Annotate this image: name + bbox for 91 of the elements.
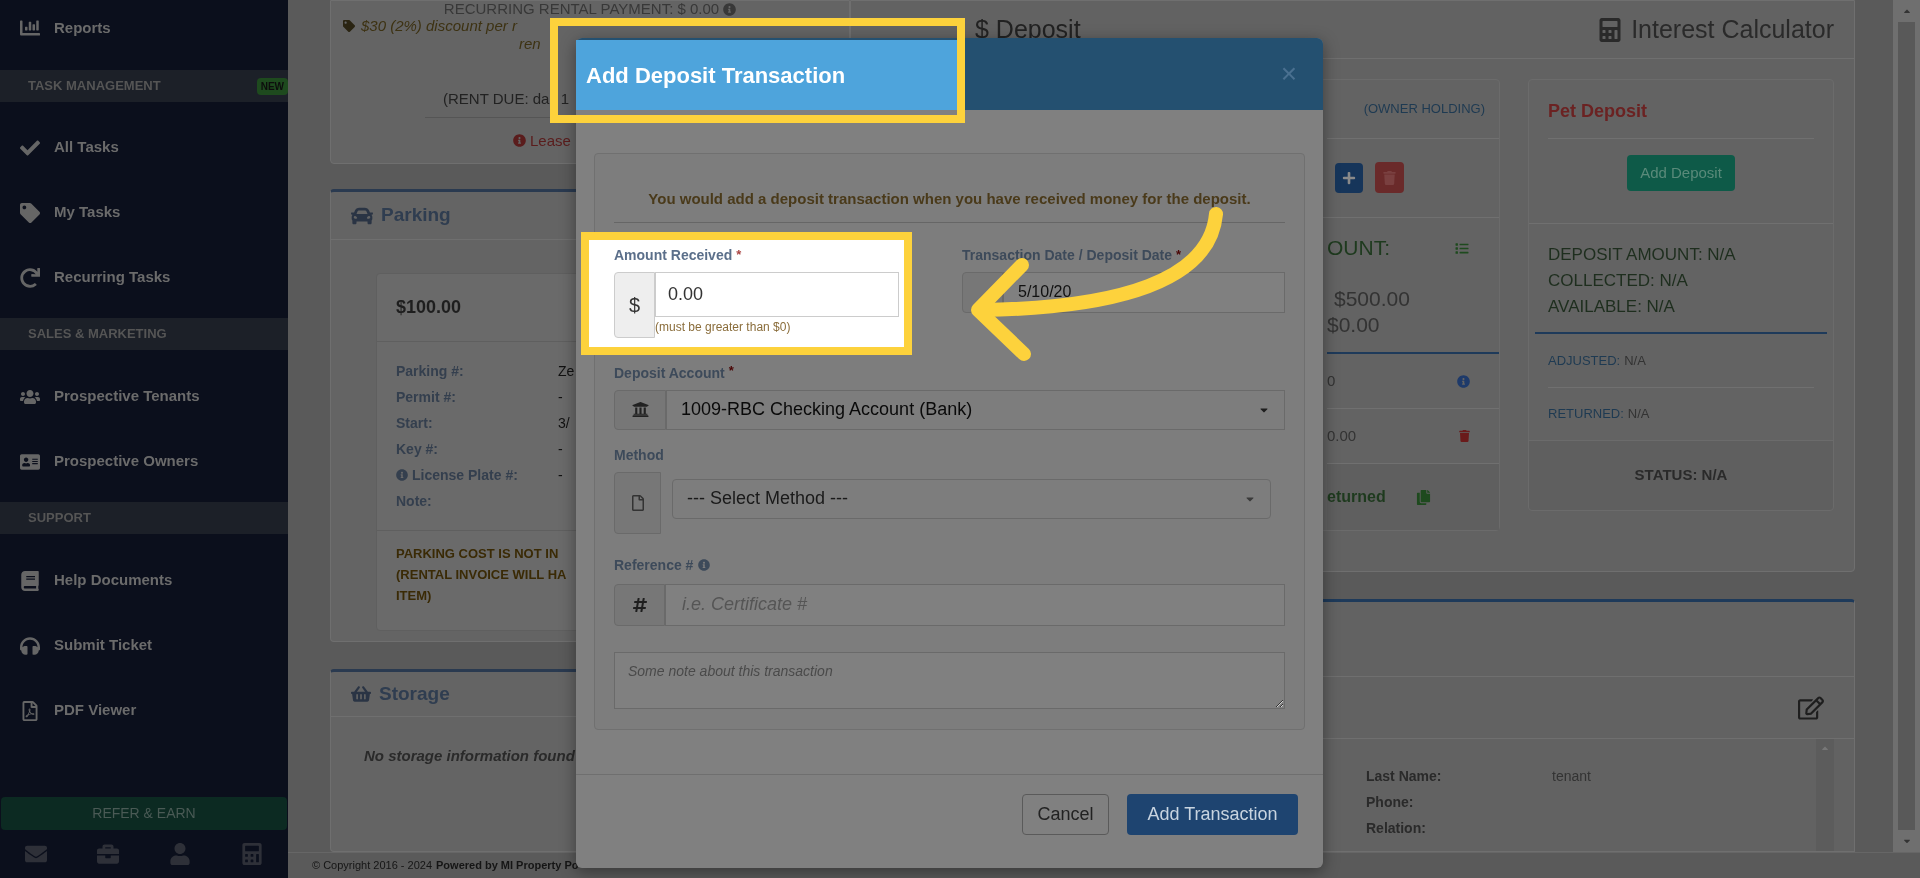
copy-icon xyxy=(1415,489,1431,505)
basket-icon xyxy=(351,684,371,705)
bank-icon xyxy=(631,401,649,418)
file-icon xyxy=(630,494,645,511)
sidebar-icon xyxy=(20,267,40,288)
field-label: Amount Received * xyxy=(614,245,743,265)
intro-text: You would add a deposit transaction when you have received money for the deposit. xyxy=(647,189,1252,209)
plus-icon xyxy=(1342,170,1356,185)
info-icon xyxy=(396,469,408,482)
collected-amount: COLLECTED: N/A xyxy=(1548,270,1689,292)
deposit-amount: DEPOSIT AMOUNT: N/A xyxy=(1548,244,1737,266)
available-amount: AVAILABLE: N/A xyxy=(1548,296,1676,318)
sidebar-icon xyxy=(20,700,40,721)
copyright-text: © Copyright 2016 - 2024 xyxy=(312,858,432,874)
sidebar-icon xyxy=(20,202,40,223)
page-scrollbar[interactable] xyxy=(1893,0,1920,852)
amount-label: OUNT: xyxy=(1327,235,1390,262)
sidebar-item[interactable]: Help Documents xyxy=(0,548,288,613)
field-label: Reference # xyxy=(614,555,694,575)
add-transaction-button[interactable]: Add Transaction xyxy=(1127,793,1298,835)
sidebar-icon xyxy=(20,18,40,38)
adjusted-label: ADJUSTED: xyxy=(1548,351,1621,370)
field-label: Transaction Date / Deposit Date * xyxy=(962,245,1183,265)
sidebar-icon xyxy=(20,635,40,656)
sidebar-icon xyxy=(20,570,40,591)
add-button[interactable] xyxy=(1335,162,1363,193)
parking-note: PARKING COST IS NOT IN xyxy=(396,545,559,564)
powered-by-text: Powered by MI Property Po xyxy=(436,858,579,874)
list-icon xyxy=(1455,241,1469,255)
sidebar-item[interactable]: Submit Ticket xyxy=(0,613,288,678)
hash-icon xyxy=(631,596,648,613)
contact-label: Phone: xyxy=(1366,792,1415,812)
footer-icon[interactable] xyxy=(97,843,119,865)
section-title: SUPPORT xyxy=(28,509,91,528)
tag-icon xyxy=(343,20,355,32)
sidebar-icon xyxy=(20,451,40,472)
mini-scrollbar[interactable] xyxy=(1816,739,1834,851)
footer-icon[interactable] xyxy=(241,843,263,865)
rent-due-text: (RENT DUE: da xyxy=(443,89,550,109)
field-value: - xyxy=(558,387,563,407)
contact-label: Last Name: xyxy=(1366,766,1443,786)
parking-amount: $100.00 xyxy=(396,296,462,320)
parking-note: (RENTAL INVOICE WILL HA xyxy=(396,566,567,585)
help-text: (must be greater than $0) xyxy=(655,318,792,336)
empty-message: No storage information found xyxy=(364,746,576,767)
holding-label: (OWNER HOLDING) xyxy=(1363,100,1485,119)
info-icon xyxy=(698,559,711,571)
field-label: Method xyxy=(614,446,664,463)
account-select[interactable]: 1009-RBC Checking Account (Bank) xyxy=(666,389,1285,430)
delete-button[interactable] xyxy=(1375,162,1404,194)
returned-label: RETURNED: xyxy=(1548,405,1624,424)
section-title: SALES & MARKETING xyxy=(28,325,167,344)
amount-input[interactable]: 0.00 xyxy=(655,271,899,317)
lease-link[interactable]: Lease xyxy=(513,129,571,152)
sidebar-item[interactable]: PDF Viewer xyxy=(0,678,288,743)
section-title: TASK MANAGEMENT xyxy=(28,77,161,96)
edit-icon[interactable] xyxy=(1798,695,1824,720)
sidebar-item[interactable]: Reports xyxy=(0,0,288,56)
info-icon xyxy=(723,2,737,16)
new-badge: NEW xyxy=(256,77,288,95)
contact-label: Relation: xyxy=(1366,818,1427,838)
dialog-title: Add Deposit Transaction xyxy=(576,40,957,110)
footer-icon[interactable] xyxy=(25,843,47,865)
card-title: Pet Deposit xyxy=(1548,100,1648,123)
discount-text: ren xyxy=(519,36,541,52)
discount-text: $30 (2%) discount per r xyxy=(361,18,517,34)
cancel-button[interactable]: Cancel xyxy=(1022,793,1109,835)
field-value: 3/ xyxy=(558,413,570,433)
sidebar-item[interactable]: Recurring Tasks xyxy=(0,245,288,310)
currency-addon: $ xyxy=(614,271,655,338)
sidebar-item[interactable]: Prospective Tenants xyxy=(0,364,288,429)
trash-icon xyxy=(1459,430,1470,442)
field-value: Ze xyxy=(558,361,575,381)
add-deposit-button[interactable]: Add Deposit xyxy=(1627,155,1735,191)
method-select[interactable]: --- Select Method --- xyxy=(672,478,1271,519)
info-icon xyxy=(1457,374,1470,388)
refer-earn-button[interactable]: REFER & EARN xyxy=(1,797,287,830)
rent-due-text: 1 xyxy=(560,89,569,109)
sidebar-item[interactable]: All Tasks xyxy=(0,115,288,180)
parking-note: ITEM) xyxy=(396,587,432,606)
info-icon xyxy=(513,134,526,148)
returned-label: eturned xyxy=(1327,487,1386,507)
sidebar-item[interactable]: Prospective Owners xyxy=(0,429,288,494)
footer-icon[interactable] xyxy=(169,843,191,865)
field-value: - xyxy=(558,465,563,485)
sidebar-item[interactable]: My Tasks xyxy=(0,180,288,245)
section-title: $ Deposit xyxy=(975,13,1081,45)
field-value: - xyxy=(558,439,563,459)
field-label: Deposit Account * xyxy=(614,364,734,381)
interest-calculator-link[interactable]: Interest Calculator xyxy=(1599,10,1834,49)
calculator-icon xyxy=(1599,17,1622,42)
